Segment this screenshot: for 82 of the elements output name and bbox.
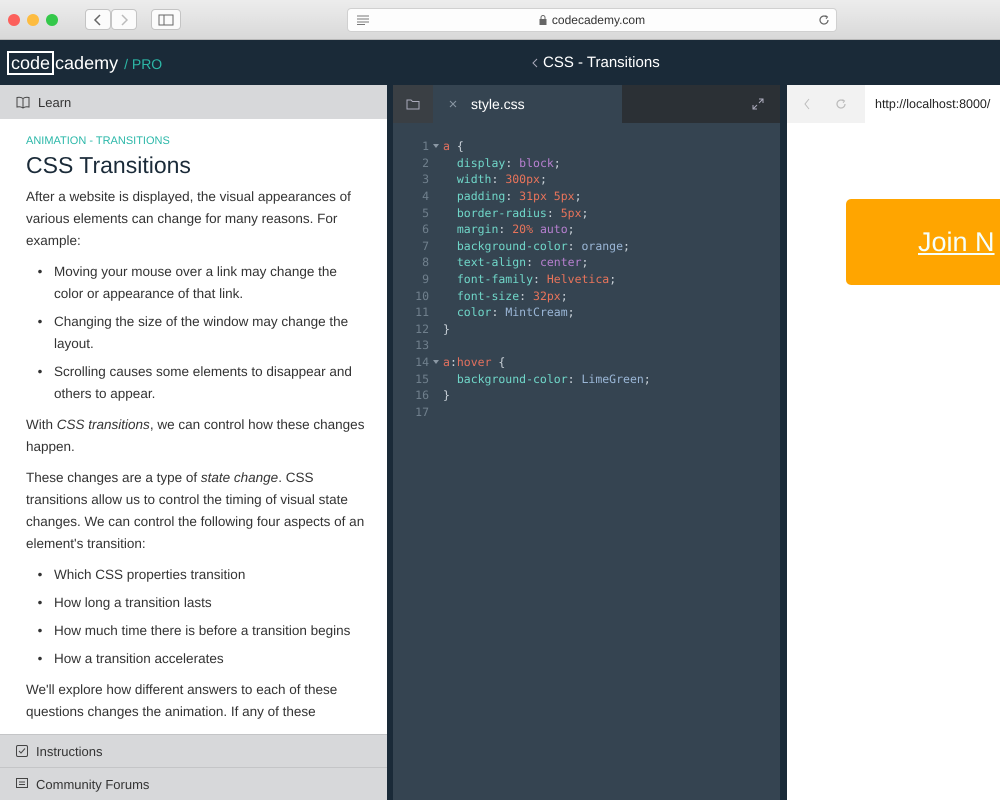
list-item: Moving your mouse over a link may change the color or appearance of that link. bbox=[54, 263, 338, 303]
lock-icon bbox=[538, 14, 547, 24]
bullet: • bbox=[36, 313, 44, 331]
bullet: • bbox=[36, 594, 44, 612]
line-number: 17 bbox=[414, 404, 429, 419]
line-number: 3 bbox=[421, 172, 429, 186]
plan-label: / PRO bbox=[124, 56, 162, 72]
chevron-right-icon bbox=[119, 14, 129, 26]
line-number: 16 bbox=[414, 388, 429, 402]
list-item: Scrolling causes some elements to disappear and others to appear. bbox=[54, 363, 353, 403]
close-icon[interactable] bbox=[8, 14, 20, 26]
lesson-category: ANIMATION - TRANSITIONS bbox=[26, 135, 171, 148]
code-line: a { bbox=[443, 139, 464, 154]
reader-icon[interactable] bbox=[356, 14, 370, 24]
sidebar-icon bbox=[158, 14, 174, 26]
line-number: 5 bbox=[421, 206, 429, 220]
code-line: width: 300px; bbox=[456, 172, 547, 186]
line-number: 1 bbox=[421, 139, 429, 154]
learn-tab[interactable]: Learn bbox=[0, 85, 387, 119]
lesson-heading: CSS Transitions bbox=[26, 151, 192, 180]
code-line: } bbox=[443, 388, 450, 402]
sidebar-button[interactable] bbox=[151, 9, 181, 30]
line-number: 7 bbox=[421, 238, 429, 253]
paragraph: We'll explore how different answers to each of these questions changes the animation. If any of these bbox=[26, 681, 338, 721]
code-line: color: MintCream; bbox=[456, 305, 575, 320]
chevron-left-icon[interactable] bbox=[532, 58, 538, 68]
code-line: } bbox=[443, 322, 450, 336]
paragraph: With CSS transitions, we can control how these changes happen. bbox=[26, 416, 366, 456]
book-icon bbox=[16, 96, 30, 108]
fold-arrow-icon[interactable] bbox=[433, 360, 439, 365]
paragraph: These changes are a type of state change. CSS transitions allow us to control the timing of visual state changes. We can control the following four aspects of an element's transition: bbox=[26, 469, 366, 553]
file-name: style.css bbox=[471, 96, 525, 112]
logo[interactable]: code bbox=[7, 50, 54, 74]
line-number: 2 bbox=[421, 156, 429, 170]
line-number: 4 bbox=[421, 189, 429, 204]
code-line: background-color: orange; bbox=[456, 238, 630, 253]
line-number: 14 bbox=[414, 355, 429, 370]
reload-icon[interactable] bbox=[818, 14, 830, 26]
paragraph: After a website is displayed, the visual appearances of various elements can change for many reasons. For example: bbox=[26, 188, 352, 250]
code-line: border-radius: 5px; bbox=[456, 206, 588, 220]
line-number: 12 bbox=[414, 322, 429, 336]
close-icon[interactable] bbox=[449, 100, 457, 108]
list-item: Which CSS properties transition bbox=[54, 566, 246, 584]
expand-icon[interactable] bbox=[752, 98, 764, 110]
code-line: margin: 20% auto; bbox=[456, 222, 575, 236]
code-line: a:hover { bbox=[443, 355, 506, 370]
line-number: 6 bbox=[421, 222, 429, 236]
list-item: Changing the size of the window may change the layout. bbox=[54, 313, 350, 353]
logo-text[interactable]: cademy bbox=[54, 52, 118, 74]
bullet: • bbox=[36, 263, 44, 281]
line-number: 15 bbox=[414, 372, 429, 386]
folder-button[interactable] bbox=[393, 85, 433, 123]
code-line: display: block; bbox=[456, 156, 561, 170]
line-number: 8 bbox=[421, 255, 429, 270]
chevron-left-icon bbox=[93, 14, 103, 26]
instructions-tab[interactable]: Instructions bbox=[0, 734, 387, 767]
back-button[interactable] bbox=[85, 9, 111, 30]
list-item: How a transition accelerates bbox=[54, 650, 224, 668]
list-item: How much time there is before a transition begins bbox=[54, 622, 350, 640]
bullet: • bbox=[36, 566, 44, 584]
forums-tab[interactable]: Community Forums bbox=[0, 767, 387, 800]
file-tab[interactable]: style.css bbox=[433, 85, 622, 123]
bullet: • bbox=[36, 650, 44, 668]
code-line: text-align: center; bbox=[456, 255, 588, 270]
address-bar[interactable]: codecademy.com bbox=[347, 8, 837, 32]
bullet: • bbox=[36, 622, 44, 640]
code-line: padding: 31px 5px; bbox=[456, 189, 582, 204]
line-number: 13 bbox=[414, 338, 429, 352]
code-line: background-color: LimeGreen; bbox=[456, 372, 651, 386]
line-number: 11 bbox=[414, 305, 429, 320]
preview-url[interactable]: http://localhost:8000/ bbox=[875, 97, 990, 111]
list-item: How long a transition lasts bbox=[54, 594, 212, 612]
code-line: font-size: 32px; bbox=[456, 288, 568, 303]
folder-icon bbox=[406, 98, 420, 110]
line-number: 9 bbox=[421, 272, 429, 286]
code-line: font-family: Helvetica; bbox=[456, 272, 616, 286]
checkbox-icon bbox=[16, 745, 28, 757]
fold-arrow-icon[interactable] bbox=[433, 144, 439, 149]
bullet: • bbox=[36, 363, 44, 381]
chat-icon bbox=[16, 778, 28, 790]
line-number: 10 bbox=[414, 288, 429, 303]
lesson-title[interactable]: CSS - Transitions bbox=[543, 54, 660, 71]
